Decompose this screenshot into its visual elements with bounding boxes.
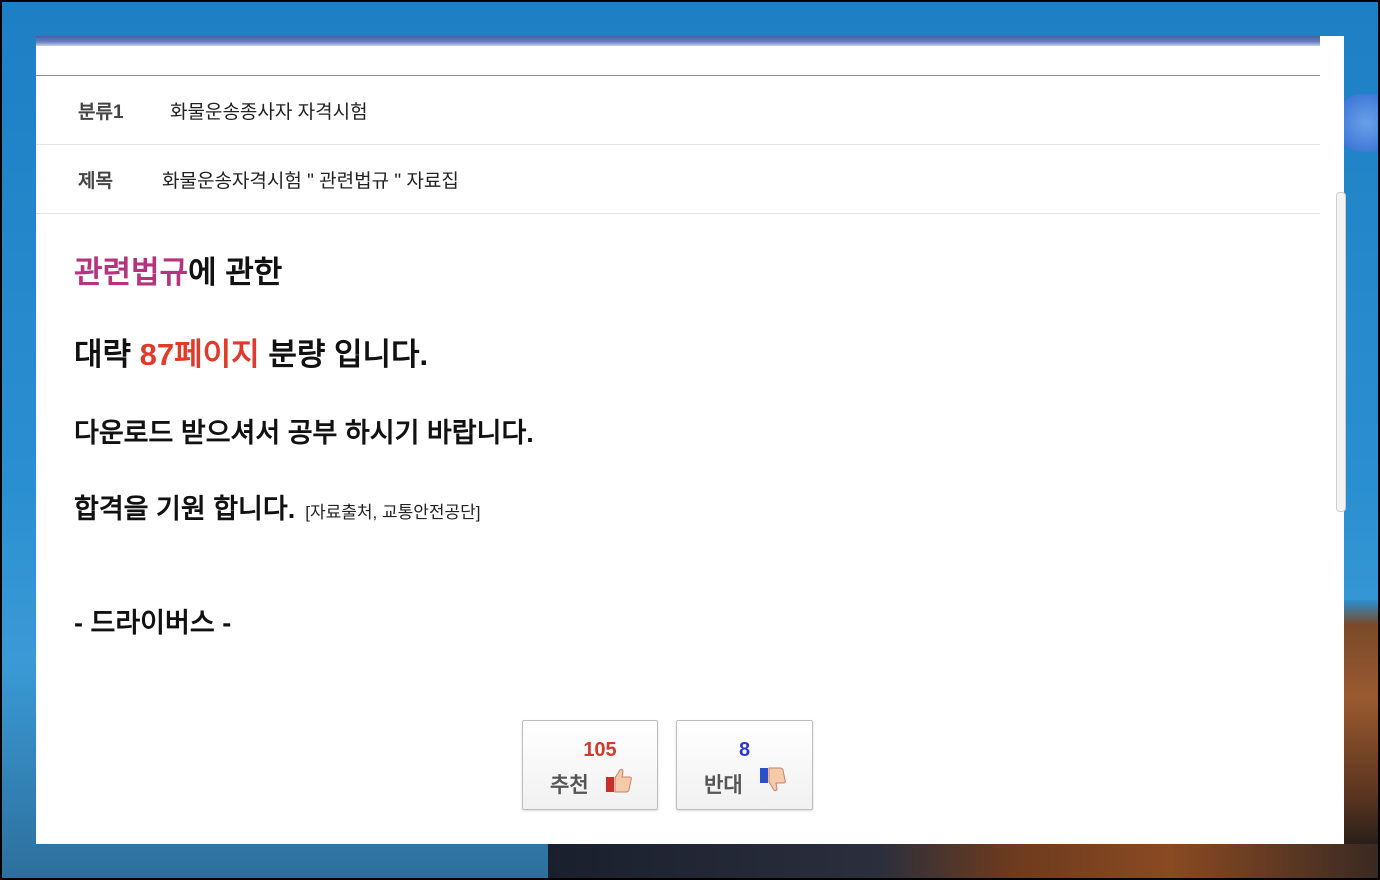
title-label: 제목 bbox=[78, 170, 113, 192]
body-line-3: 다운로드 받으셔서 공부 하시기 바랍니다. bbox=[74, 418, 534, 448]
category-value: 화물운송종사자 자격시험 bbox=[170, 101, 368, 123]
title-row: 제목 화물운송자격시험 " 관련법규 " 자료집 bbox=[36, 145, 1320, 214]
recommend-count: 105 bbox=[583, 739, 617, 761]
body-text: 분량 입니다. bbox=[259, 337, 429, 372]
post-window: 분류1 화물운송종사자 자격시험 제목 화물운송자격시험 " 관련법규 " 자료… bbox=[36, 36, 1344, 844]
body-text: 합격을 기원 합니다. bbox=[74, 494, 296, 524]
body-line-4: 합격을 기원 합니다. [자료출처, 교통안전공단] bbox=[74, 487, 481, 526]
thumbs-down-icon bbox=[760, 767, 786, 792]
background-scenery-right bbox=[1344, 600, 1380, 844]
oppose-count: 8 bbox=[738, 739, 751, 761]
oppose-label: 반대 bbox=[704, 774, 743, 797]
source-note: [자료출처, 교통안전공단] bbox=[305, 503, 481, 522]
body-line-2: 대략 87페이지 분량 입니다. bbox=[74, 329, 428, 374]
background-scenery bbox=[548, 844, 1378, 880]
highlight-text: 관련법규 bbox=[74, 255, 189, 290]
category-label: 분류1 bbox=[78, 101, 124, 123]
oppose-button[interactable]: 8 반대 bbox=[676, 720, 813, 810]
scrollbar[interactable] bbox=[1336, 192, 1346, 512]
body-line-1: 관련법규에 관한 bbox=[74, 247, 282, 292]
thumbs-up-icon bbox=[606, 768, 632, 793]
highlight-text: 87페이지 bbox=[139, 337, 260, 372]
window-header-strip bbox=[36, 36, 1320, 46]
body-text: 에 관한 bbox=[188, 255, 283, 290]
category-row: 분류1 화물운송종사자 자격시험 bbox=[36, 76, 1320, 145]
post-title: 화물운송자격시험 " 관련법규 " 자료집 bbox=[162, 170, 459, 192]
recommend-button[interactable]: 105 추천 bbox=[522, 720, 658, 810]
recommend-label: 추천 bbox=[550, 774, 589, 797]
signature: - 드라이버스 - bbox=[74, 608, 232, 638]
body-text: 대략 bbox=[74, 337, 140, 372]
